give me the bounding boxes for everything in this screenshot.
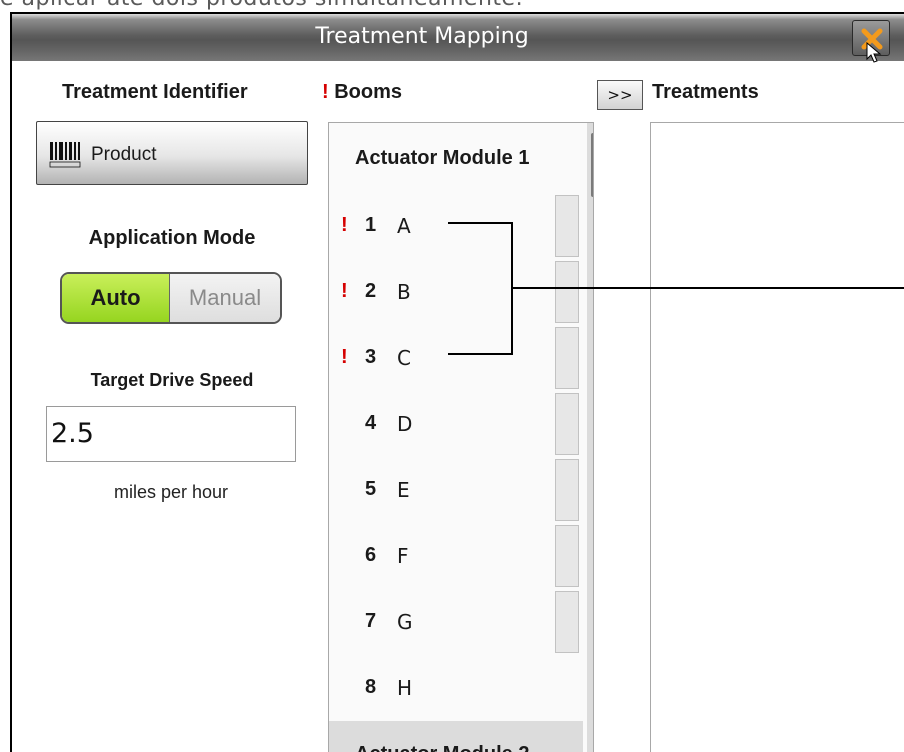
boom-letter: H: [397, 676, 413, 700]
warning-icon: !: [341, 280, 348, 302]
boom-row[interactable]: 7 G: [329, 589, 583, 655]
barcode-icon: [49, 142, 81, 168]
treatments-list[interactable]: [650, 122, 904, 752]
target-speed-input[interactable]: 2.5: [46, 406, 296, 462]
manual-mode-option[interactable]: Manual: [170, 274, 280, 322]
actuator-module-1-header: Actuator Module 1: [355, 147, 530, 169]
treatments-header: Treatments: [652, 81, 759, 103]
actuator-module-2-header: Actuator Module 2: [329, 721, 583, 752]
booms-list: Actuator Module 1 ! 1 A ! 2 B ! 3 C 4 D: [328, 122, 594, 752]
booms-scrollbar-thumb[interactable]: [591, 133, 593, 197]
boom-row[interactable]: 8 H: [329, 655, 583, 721]
boom-number: 4: [365, 412, 377, 434]
warning-icon: !: [341, 346, 348, 368]
auto-mode-option[interactable]: Auto: [62, 274, 170, 322]
booms-warning-icon: !: [322, 81, 329, 103]
boom-letter: F: [397, 544, 409, 568]
boom-number: 7: [365, 610, 377, 632]
boom-row[interactable]: ! 1 A: [329, 193, 583, 259]
window-title: Treatment Mapping: [315, 24, 529, 49]
move-to-treatments-button[interactable]: >>: [597, 80, 643, 110]
boom-number: 5: [365, 478, 377, 500]
boom-row[interactable]: ! 3 C: [329, 325, 583, 391]
boom-number: 1: [365, 214, 377, 236]
drag-handle[interactable]: [555, 525, 579, 587]
boom-letter: A: [397, 214, 411, 238]
boom-number: 2: [365, 280, 377, 302]
warning-icon: !: [341, 214, 348, 236]
speed-units-label: miles per hour: [113, 482, 229, 502]
booms-scrollbar[interactable]: [587, 123, 593, 752]
drag-handle[interactable]: [555, 195, 579, 257]
boom-row[interactable]: 4 D: [329, 391, 583, 457]
boom-row[interactable]: 5 E: [329, 457, 583, 523]
drag-handle[interactable]: [555, 459, 579, 521]
boom-letter: G: [397, 610, 413, 634]
application-mode-toggle: Auto Manual: [60, 272, 282, 324]
boom-row[interactable]: 6 F: [329, 523, 583, 589]
boom-number: 6: [365, 544, 377, 566]
treatment-identifier-label: Treatment Identifier: [62, 81, 248, 103]
drag-handle[interactable]: [555, 591, 579, 653]
booms-header-label: Booms: [334, 81, 403, 103]
title-bar: Treatment Mapping: [12, 14, 904, 63]
boom-letter: E: [397, 478, 410, 502]
drag-handle[interactable]: [555, 393, 579, 455]
boom-row[interactable]: ! 2 B: [329, 259, 583, 325]
boom-letter: D: [397, 412, 413, 436]
boom-letter: B: [397, 280, 411, 304]
application-mode-label: Application Mode: [88, 227, 256, 249]
boom-letter: C: [397, 346, 411, 370]
boom-number: 8: [365, 676, 377, 698]
product-button-label: Product: [91, 144, 157, 165]
boom-number: 3: [365, 346, 377, 368]
caption-text: e aplicar até dois produtos simultaneame…: [0, 0, 523, 11]
drag-handle[interactable]: [555, 327, 579, 389]
target-drive-speed-label: Target Drive Speed: [90, 370, 254, 390]
product-button[interactable]: Product: [36, 121, 308, 185]
booms-header: ! Booms: [322, 81, 402, 104]
mouse-cursor-icon: [866, 42, 882, 63]
treatment-mapping-window: Treatment Mapping Treatment Identifier !…: [10, 12, 904, 752]
drag-handle[interactable]: [555, 261, 579, 323]
